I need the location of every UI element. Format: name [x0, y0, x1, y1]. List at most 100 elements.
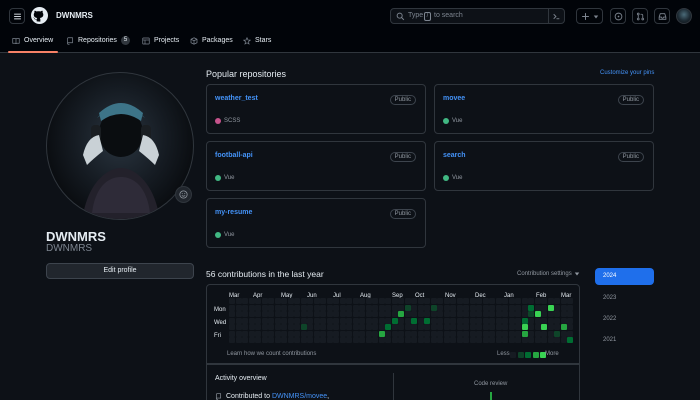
contribution-day[interactable] — [424, 304, 430, 311]
contribution-day[interactable] — [404, 317, 411, 324]
contribution-day[interactable] — [378, 337, 385, 343]
contribution-day[interactable] — [567, 330, 573, 337]
contribution-day[interactable] — [274, 298, 281, 304]
contribution-day[interactable] — [352, 311, 359, 317]
contribution-day[interactable] — [508, 311, 515, 317]
contribution-day[interactable] — [255, 311, 261, 317]
contribution-day[interactable] — [398, 298, 404, 304]
contribution-day[interactable] — [320, 330, 326, 337]
contribution-day[interactable] — [320, 304, 326, 311]
year-2023-button[interactable]: 2023 — [595, 290, 654, 307]
contribution-day[interactable] — [365, 298, 372, 304]
contribution-day[interactable] — [229, 298, 235, 304]
contribution-day[interactable] — [502, 330, 508, 337]
contribution-day[interactable] — [326, 324, 333, 330]
contribution-day[interactable] — [417, 337, 424, 343]
contribution-day[interactable] — [339, 317, 346, 324]
contribution-day[interactable] — [528, 298, 534, 304]
contribution-day[interactable] — [508, 337, 515, 343]
contribution-day[interactable] — [450, 317, 456, 324]
contribution-day[interactable] — [482, 317, 489, 324]
contribution-day[interactable] — [359, 330, 365, 337]
create-new-button[interactable] — [576, 8, 603, 24]
contribution-day[interactable] — [430, 330, 437, 337]
contribution-day[interactable] — [508, 330, 515, 337]
contribution-day[interactable] — [248, 298, 255, 304]
contribution-day[interactable] — [430, 337, 437, 343]
contribution-day[interactable] — [443, 324, 450, 330]
contribution-day[interactable] — [255, 298, 261, 304]
contribution-day[interactable] — [502, 304, 508, 311]
contribution-day[interactable] — [294, 337, 300, 343]
contribution-day[interactable] — [443, 304, 450, 311]
contribution-day[interactable] — [508, 324, 515, 330]
contribution-day[interactable] — [255, 337, 261, 343]
contribution-day[interactable] — [528, 311, 534, 317]
contribution-day[interactable] — [541, 304, 547, 311]
contribution-day[interactable] — [411, 317, 417, 324]
contribution-day[interactable] — [391, 317, 398, 324]
contribution-day[interactable] — [456, 311, 463, 317]
contribution-day[interactable] — [385, 337, 391, 343]
contribution-day[interactable] — [333, 330, 339, 337]
github-logo-icon[interactable] — [31, 7, 48, 24]
contribution-day[interactable] — [294, 317, 300, 324]
contribution-day[interactable] — [255, 330, 261, 337]
contribution-day[interactable] — [489, 304, 495, 311]
contribution-day[interactable] — [417, 298, 424, 304]
contribution-day[interactable] — [346, 330, 352, 337]
contribution-day[interactable] — [398, 337, 404, 343]
command-palette-icon[interactable] — [548, 8, 564, 24]
contribution-day[interactable] — [359, 324, 365, 330]
contribution-day[interactable] — [320, 337, 326, 343]
contribution-day[interactable] — [248, 337, 255, 343]
contribution-day[interactable] — [502, 298, 508, 304]
contribution-day[interactable] — [294, 304, 300, 311]
contribution-day[interactable] — [554, 298, 560, 304]
contribution-day[interactable] — [495, 337, 502, 343]
contribution-day[interactable] — [495, 311, 502, 317]
contribution-day[interactable] — [560, 324, 567, 330]
contribution-day[interactable] — [515, 337, 521, 343]
contribution-day[interactable] — [378, 304, 385, 311]
contribution-day[interactable] — [567, 304, 573, 311]
contribution-day[interactable] — [352, 298, 359, 304]
contribution-day[interactable] — [346, 337, 352, 343]
contribution-day[interactable] — [541, 324, 547, 330]
tab-stars[interactable]: Stars — [243, 34, 271, 47]
inbox-icon[interactable] — [654, 8, 670, 24]
contribution-day[interactable] — [482, 311, 489, 317]
contribution-day[interactable] — [560, 330, 567, 337]
contribution-day[interactable] — [411, 311, 417, 317]
contribution-day[interactable] — [463, 311, 469, 317]
contribution-day[interactable] — [515, 311, 521, 317]
contribution-day[interactable] — [300, 324, 307, 330]
customize-pins-link[interactable]: Customize your pins — [600, 70, 654, 76]
learn-contributions-link[interactable]: Learn how we count contributions — [227, 351, 316, 357]
contribution-day[interactable] — [287, 298, 294, 304]
contribution-day[interactable] — [287, 304, 294, 311]
contribution-day[interactable] — [463, 324, 469, 330]
contribution-day[interactable] — [567, 337, 573, 343]
contribution-day[interactable] — [294, 298, 300, 304]
contribution-day[interactable] — [248, 311, 255, 317]
contribution-day[interactable] — [333, 304, 339, 311]
contribution-day[interactable] — [346, 304, 352, 311]
menu-icon[interactable] — [9, 8, 25, 24]
contribution-day[interactable] — [430, 298, 437, 304]
contribution-day[interactable] — [502, 324, 508, 330]
contribution-day[interactable] — [300, 337, 307, 343]
contribution-day[interactable] — [476, 304, 482, 311]
contribution-day[interactable] — [528, 324, 534, 330]
contribution-day[interactable] — [365, 324, 372, 330]
contribution-day[interactable] — [404, 298, 411, 304]
contribution-day[interactable] — [339, 324, 346, 330]
contribution-day[interactable] — [443, 337, 450, 343]
contribution-day[interactable] — [560, 317, 567, 324]
contribution-day[interactable] — [313, 330, 320, 337]
contribution-day[interactable] — [437, 324, 443, 330]
contribution-day[interactable] — [495, 317, 502, 324]
contribution-day[interactable] — [307, 324, 313, 330]
contribution-day[interactable] — [560, 304, 567, 311]
contribution-day[interactable] — [235, 324, 242, 330]
